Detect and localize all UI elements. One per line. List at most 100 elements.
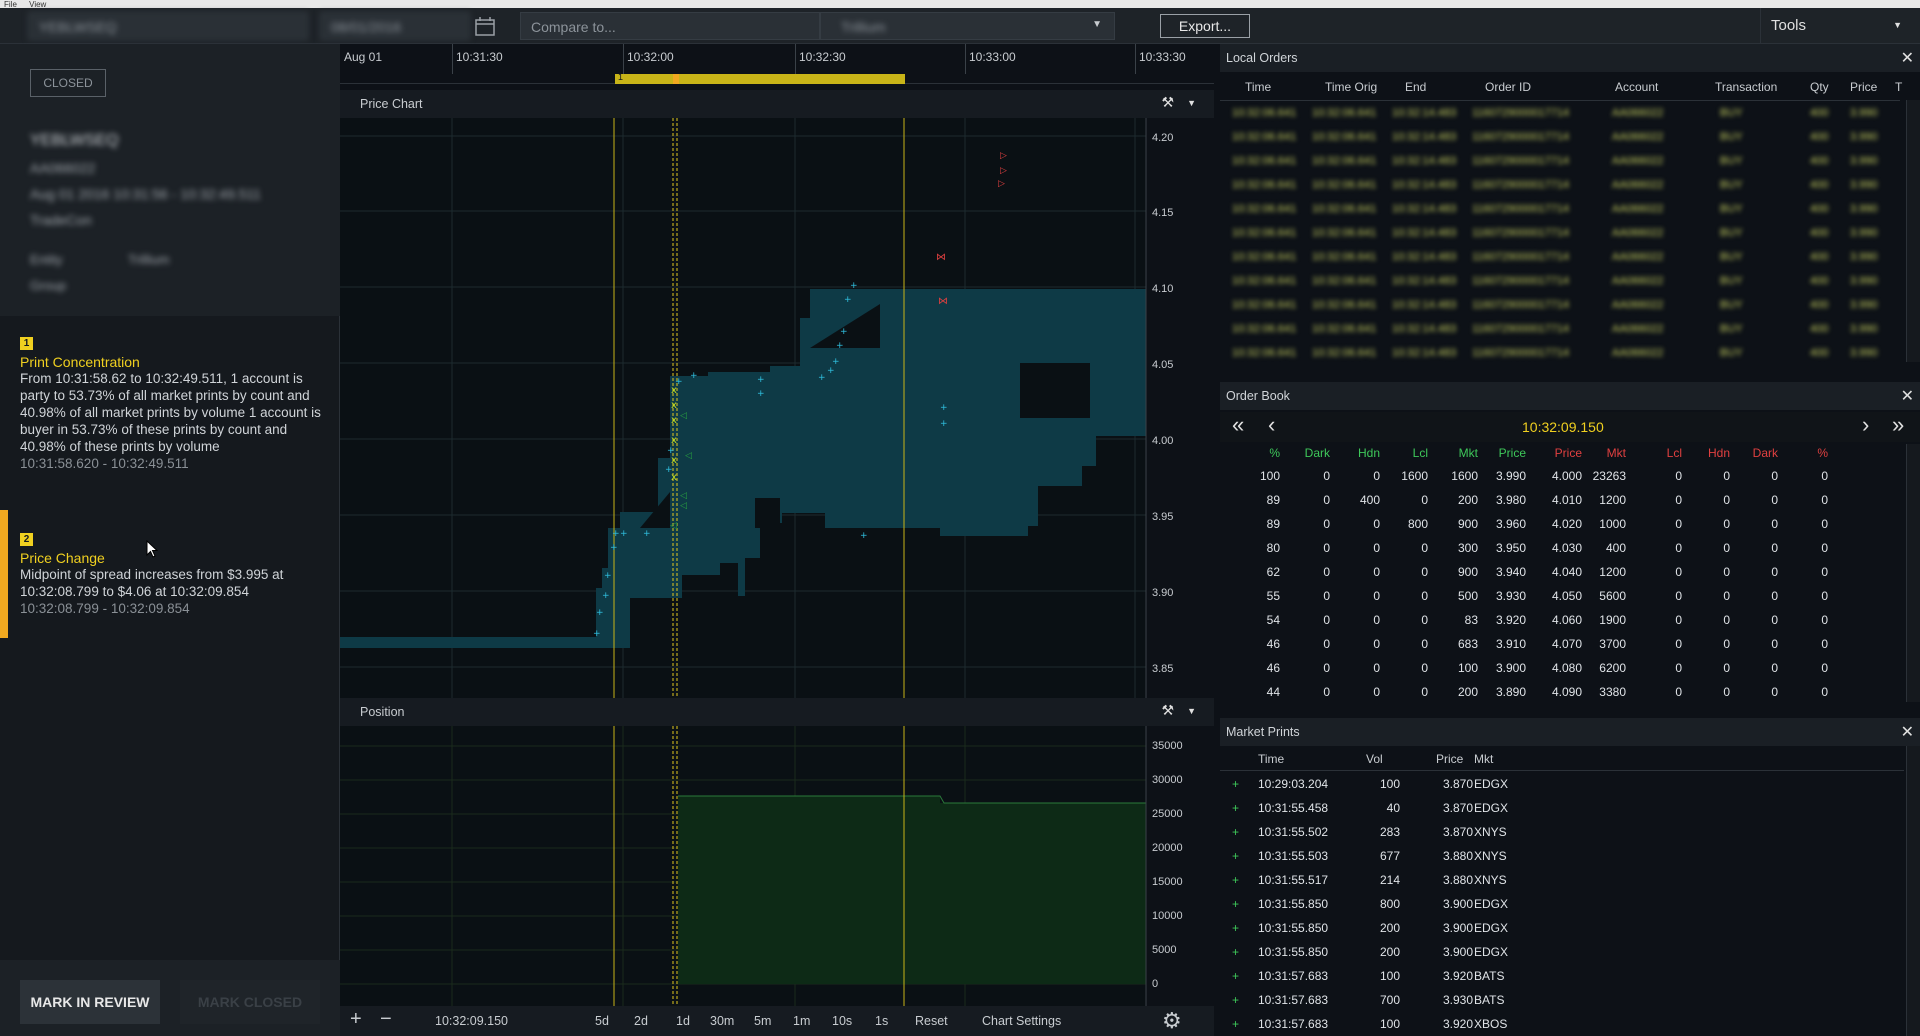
col-vol[interactable]: Vol <box>1366 752 1383 766</box>
range-5d[interactable]: 5d <box>595 1014 609 1028</box>
table-row[interactable]: 62 0 0 0 900 3.940 4.040 1200 0 0 0 0 <box>1220 560 1904 584</box>
table-row[interactable]: 10:32:06.641 10:32:06.641 10:32:14.483 1160… <box>1220 247 1900 269</box>
table-row[interactable]: 10:32:06.641 10:32:06.641 10:32:14.483 1160… <box>1220 295 1900 317</box>
order-book-column-header[interactable]: Hdn <box>1686 446 1730 460</box>
entity-select[interactable]: Trillium ▼ <box>820 12 1115 40</box>
col-account[interactable]: Account <box>1615 80 1658 94</box>
col-end[interactable]: End <box>1405 80 1426 94</box>
close-icon[interactable]: ✕ <box>1901 722 1914 742</box>
wrench-icon[interactable]: ⚒ <box>1161 94 1174 111</box>
range-1m[interactable]: 1m <box>793 1014 810 1028</box>
wrench-icon[interactable]: ⚒ <box>1161 702 1174 719</box>
table-row[interactable]: 10:32:06.641 10:32:06.641 10:32:14.483 1160… <box>1220 343 1900 365</box>
order-book-column-header[interactable]: Dark <box>1286 446 1330 460</box>
expand-icon[interactable]: + <box>1232 897 1242 911</box>
order-book-column-header[interactable]: % <box>1236 446 1280 460</box>
table-row[interactable]: +10:31:57.683 100 3.920 XBOS <box>1220 1013 1904 1036</box>
range-1s[interactable]: 1s <box>875 1014 888 1028</box>
prev-button[interactable]: ‹ <box>1268 412 1275 438</box>
order-book-column-header[interactable]: Dark <box>1734 446 1778 460</box>
table-row[interactable]: +10:31:57.683 700 3.930 BATS <box>1220 989 1904 1013</box>
timeline-bar[interactable]: Aug 01 10:31:30 10:32:00 10:32:30 10:33:… <box>340 44 1214 84</box>
expand-icon[interactable]: + <box>1232 921 1242 935</box>
range-2d[interactable]: 2d <box>634 1014 648 1028</box>
order-book-column-header[interactable]: Price <box>1538 446 1582 460</box>
position-chart[interactable] <box>340 726 1214 1006</box>
export-button[interactable]: Export... <box>1160 14 1250 38</box>
mark-in-review-button[interactable]: MARK IN REVIEW <box>20 980 160 1024</box>
table-row[interactable]: +10:31:55.850 200 3.900 EDGX <box>1220 941 1904 965</box>
col-time[interactable]: Time <box>1258 752 1284 766</box>
expand-icon[interactable]: + <box>1232 873 1242 887</box>
range-10s[interactable]: 10s <box>832 1014 852 1028</box>
table-row[interactable]: 10:32:06.641 10:32:06.641 10:32:14.483 1160… <box>1220 127 1900 149</box>
col-time-orig[interactable]: Time Orig <box>1325 80 1377 94</box>
table-row[interactable]: 80 0 0 0 300 3.950 4.030 400 0 0 0 0 <box>1220 536 1904 560</box>
col-type[interactable]: T <box>1895 80 1902 94</box>
zoom-out-button[interactable]: − <box>380 1008 392 1031</box>
table-row[interactable]: 10:32:06.641 10:32:06.641 10:32:14.483 1160… <box>1220 223 1900 245</box>
order-book-column-header[interactable]: Hdn <box>1336 446 1380 460</box>
expand-icon[interactable]: + <box>1232 849 1242 863</box>
expand-icon[interactable]: + <box>1232 945 1242 959</box>
next-button[interactable]: › <box>1862 412 1869 438</box>
close-icon[interactable]: ✕ <box>1901 48 1914 68</box>
first-button[interactable]: « <box>1232 412 1244 438</box>
order-book-column-header[interactable]: Mkt <box>1582 446 1626 460</box>
last-button[interactable]: » <box>1892 412 1904 438</box>
table-row[interactable]: +10:31:55.517 214 3.880 XNYS <box>1220 869 1904 893</box>
order-book-column-header[interactable]: % <box>1784 446 1828 460</box>
table-row[interactable]: 89 0 400 0 200 3.980 4.010 1200 0 0 0 0 <box>1220 488 1904 512</box>
tools-menu[interactable]: Tools ▼ <box>1760 8 1910 44</box>
table-row[interactable]: 10:32:06.641 10:32:06.641 10:32:14.483 1160… <box>1220 175 1900 197</box>
close-icon[interactable]: ✕ <box>1901 386 1914 406</box>
table-row[interactable]: +10:31:55.850 200 3.900 EDGX <box>1220 917 1904 941</box>
col-price[interactable]: Price <box>1436 752 1463 766</box>
expand-icon[interactable]: + <box>1232 825 1242 839</box>
table-row[interactable]: 44 0 0 0 200 3.890 4.090 3380 0 0 0 0 <box>1220 680 1904 704</box>
expand-icon[interactable]: + <box>1232 1017 1242 1031</box>
table-row[interactable]: +10:31:57.683 100 3.920 BATS <box>1220 965 1904 989</box>
scrollbar[interactable] <box>1906 444 1920 702</box>
table-row[interactable]: 55 0 0 0 500 3.930 4.050 5600 0 0 0 0 <box>1220 584 1904 608</box>
expand-icon[interactable]: + <box>1232 993 1242 1007</box>
col-order-id[interactable]: Order ID <box>1485 80 1531 94</box>
zoom-in-button[interactable]: + <box>350 1008 362 1031</box>
table-row[interactable]: +10:31:55.503 677 3.880 XNYS <box>1220 845 1904 869</box>
table-row[interactable]: 10:32:06.641 10:32:06.641 10:32:14.483 1160… <box>1220 103 1900 125</box>
range-30m[interactable]: 30m <box>710 1014 734 1028</box>
order-book-column-header[interactable]: Price <box>1482 446 1526 460</box>
chart-settings-button[interactable]: Chart Settings <box>982 1014 1061 1028</box>
alert-item-1[interactable]: 1 Print Concentration From 10:31:58.62 t… <box>0 334 340 472</box>
order-book-column-header[interactable]: Mkt <box>1434 446 1478 460</box>
range-5m[interactable]: 5m <box>754 1014 771 1028</box>
mark-closed-button[interactable]: MARK CLOSED <box>180 980 320 1024</box>
range-1d[interactable]: 1d <box>676 1014 690 1028</box>
expand-icon[interactable]: + <box>1232 969 1242 983</box>
expand-icon[interactable]: + <box>1232 777 1242 791</box>
table-row[interactable]: 54 0 0 0 83 3.920 4.060 1900 0 0 0 0 <box>1220 608 1904 632</box>
order-book-column-header[interactable]: Lcl <box>1384 446 1428 460</box>
chevron-down-icon[interactable]: ▼ <box>1187 706 1196 716</box>
col-time[interactable]: Time <box>1245 80 1271 94</box>
alert-item-2[interactable]: 2 Price Change Midpoint of spread increa… <box>0 530 340 617</box>
scrollbar[interactable] <box>1906 100 1920 362</box>
alert-time-range[interactable]: 1 <box>615 72 905 84</box>
col-mkt[interactable]: Mkt <box>1474 752 1493 766</box>
table-row[interactable]: +10:29:03.204 100 3.870 EDGX <box>1220 773 1904 797</box>
table-row[interactable]: 46 0 0 0 683 3.910 4.070 3700 0 0 0 0 <box>1220 632 1904 656</box>
case-id-field[interactable]: YEBLWSEQ <box>28 12 308 40</box>
date-field[interactable]: 08/01/2016 <box>320 12 470 40</box>
table-row[interactable]: 10:32:06.641 10:32:06.641 10:32:14.483 1160… <box>1220 271 1900 293</box>
compare-input[interactable]: Compare to... <box>520 12 820 40</box>
order-book-column-header[interactable]: Lcl <box>1638 446 1682 460</box>
reset-button[interactable]: Reset <box>915 1014 948 1028</box>
table-row[interactable]: +10:31:55.458 40 3.870 EDGX <box>1220 797 1904 821</box>
table-row[interactable]: 89 0 0 800 900 3.960 4.020 1000 0 0 0 0 <box>1220 512 1904 536</box>
col-transaction[interactable]: Transaction <box>1715 80 1777 94</box>
table-row[interactable]: +10:31:55.502 283 3.870 XNYS <box>1220 821 1904 845</box>
table-row[interactable]: 46 0 0 0 100 3.900 4.080 6200 0 0 0 0 <box>1220 656 1904 680</box>
table-row[interactable]: 10:32:06.641 10:32:06.641 10:32:14.483 1160… <box>1220 199 1900 221</box>
scrollbar[interactable] <box>1906 746 1920 1036</box>
table-row[interactable]: +10:31:55.850 800 3.900 EDGX <box>1220 893 1904 917</box>
